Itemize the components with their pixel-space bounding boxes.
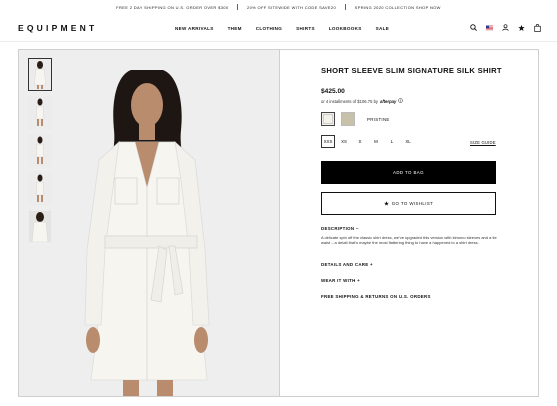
site-header: EQUIPMENT NEW ARRIVALS THEM CLOTHING SHI… — [0, 14, 557, 42]
info-circle-icon[interactable] — [398, 98, 404, 104]
installments-text: or 4 installments of $106.75 by — [321, 98, 379, 104]
nav-shirts[interactable]: SHIRTS — [296, 26, 315, 31]
header-icons — [470, 23, 541, 32]
size-option-m[interactable]: M — [369, 135, 383, 148]
product-gallery — [19, 50, 280, 396]
wear-it-with-toggle[interactable]: WEAR IT WITH + — [321, 278, 360, 283]
search-icon[interactable] — [470, 24, 477, 31]
size-option-xs[interactable]: XS — [337, 135, 351, 148]
afterpay-logo: afterpay — [380, 98, 397, 104]
shopping-bag-icon[interactable] — [534, 23, 541, 32]
color-swatches: PRISTINE — [321, 112, 390, 126]
nav-new-arrivals[interactable]: NEW ARRIVALS — [175, 26, 214, 31]
swatch-pristine[interactable] — [321, 112, 335, 126]
add-to-bag-button[interactable]: ADD TO BAG — [321, 161, 496, 184]
wishlist-label: GO TO WISHLIST — [391, 201, 434, 206]
selected-color-name: PRISTINE — [367, 116, 390, 122]
thumbnail-2[interactable] — [28, 96, 52, 129]
promo-collection[interactable]: SPRING 2020 COLLECTION SHOP NOW — [346, 5, 450, 10]
size-selector: XXS XS S M L XL — [321, 135, 417, 148]
size-option-xxs[interactable]: XXS — [321, 135, 335, 148]
shipping-returns-toggle[interactable]: FREE SHIPPING & RETURNS ON U.S. ORDERS — [321, 294, 431, 299]
go-to-wishlist-button[interactable]: GO TO WISHLIST — [321, 192, 496, 215]
size-option-xl[interactable]: XL — [401, 135, 415, 148]
description-heading[interactable]: DESCRIPTION – — [321, 226, 359, 231]
size-guide-link[interactable]: SIZE GUIDE — [470, 140, 496, 145]
product-section: SHORT SLEEVE SLIM SIGNATURE SILK SHIRT $… — [18, 49, 539, 397]
promo-discount[interactable]: 20% OFF SITEWIDE WITH CODE SAVE20 — [238, 5, 345, 10]
nav-clothing[interactable]: CLOTHING — [256, 26, 282, 31]
thumbnail-3[interactable] — [28, 134, 52, 167]
installments-info: or 4 installments of $106.75 by afterpay — [321, 98, 404, 104]
size-option-l[interactable]: L — [385, 135, 399, 148]
star-icon — [383, 200, 389, 207]
product-price: $425.00 — [321, 88, 345, 95]
nav-them[interactable]: THEM — [228, 26, 242, 31]
wishlist-star-icon[interactable] — [518, 24, 525, 31]
description-text: A delicate spin off the classic shirt dr… — [321, 235, 497, 246]
thumbnail-4[interactable] — [28, 172, 52, 205]
nav-lookbooks[interactable]: LOOKBOOKS — [329, 26, 362, 31]
size-option-s[interactable]: S — [353, 135, 367, 148]
brand-logo[interactable]: EQUIPMENT — [18, 23, 97, 33]
product-title: SHORT SLEEVE SLIM SIGNATURE SILK SHIRT — [321, 66, 502, 75]
thumbnail-5[interactable] — [28, 210, 52, 243]
swatch-alternate[interactable] — [341, 112, 355, 126]
us-flag-icon[interactable] — [486, 24, 493, 31]
main-nav: NEW ARRIVALS THEM CLOTHING SHIRTS LOOKBO… — [175, 26, 403, 31]
nav-sale[interactable]: SALE — [376, 26, 389, 31]
account-icon[interactable] — [502, 24, 509, 31]
thumbnail-list — [28, 58, 52, 243]
product-info: SHORT SLEEVE SLIM SIGNATURE SILK SHIRT $… — [281, 50, 539, 396]
thumbnail-1[interactable] — [28, 58, 52, 91]
details-and-care-toggle[interactable]: DETAILS AND CARE + — [321, 262, 373, 267]
promo-shipping[interactable]: FREE 2 DAY SHIPPING ON U.S. ORDER OVER $… — [107, 5, 237, 10]
promo-bar: FREE 2 DAY SHIPPING ON U.S. ORDER OVER $… — [0, 0, 557, 14]
main-product-image[interactable] — [19, 50, 280, 396]
